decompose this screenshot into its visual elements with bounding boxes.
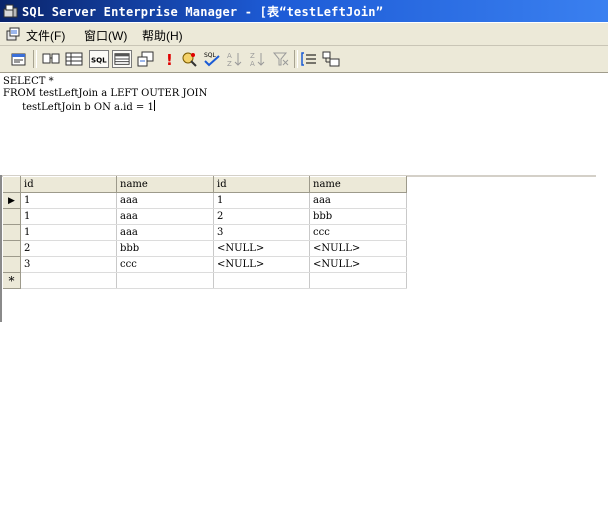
show-sql-pane-button[interactable]: SQL [89,50,109,68]
show-grid-pane-button[interactable] [65,50,83,68]
row-selector[interactable] [3,256,21,273]
row-selector[interactable] [3,240,21,257]
column-header[interactable]: name [309,176,407,193]
sql-pane[interactable]: SELECT * FROM testLeftJoin a LEFT OUTER … [0,73,596,177]
grid-cell[interactable]: 1 [20,208,117,225]
text-caret [153,100,155,111]
table-row[interactable]: 2 bbb <NULL> <NULL> [3,240,407,257]
new-row-asterisk-icon: * [8,273,15,288]
grid-cell[interactable]: aaa [116,192,214,209]
grid-cell[interactable] [20,272,117,289]
group-by-button[interactable] [300,50,318,68]
grid-corner [3,176,21,193]
grid-cell[interactable] [116,272,214,289]
sql-label: SQL [91,56,107,65]
row-selector[interactable] [3,208,21,225]
new-row-indicator[interactable]: * [3,272,21,289]
toolbar-separator [33,50,37,68]
run-button[interactable]: ! [160,50,178,69]
document-window-icon[interactable] [5,26,21,42]
grid-cell[interactable]: ccc [309,224,407,241]
remove-filter-icon [272,52,289,66]
grid-cell[interactable]: aaa [116,224,214,241]
verify-sql-button[interactable]: SQL [203,50,221,68]
results-grid[interactable]: id name id name ▶ 1 aaa 1 aaa 1 aaa 2 bb… [3,176,407,289]
table-row[interactable]: 3 ccc <NULL> <NULL> [3,256,407,273]
grid-cell[interactable]: 3 [20,256,117,273]
enterprise-manager-icon [3,4,18,18]
sort-ascending-button[interactable]: A Z [226,50,244,68]
show-diagram-pane-icon [42,53,60,64]
grid-cell[interactable]: <NULL> [213,240,310,257]
change-query-type-icon [137,51,154,67]
grid-cell[interactable]: <NULL> [309,240,407,257]
sort-ascending-icon: A Z [227,52,242,68]
group-by-icon [301,52,316,66]
sort-descending-button[interactable]: Z A [249,50,267,68]
grid-cell[interactable]: 2 [213,208,310,225]
toolbar-separator [294,50,298,68]
grid-cell[interactable]: 1 [20,224,117,241]
menu-file[interactable]: 文件(F) [26,27,65,44]
grid-cell[interactable]: aaa [116,208,214,225]
grid-cell[interactable]: <NULL> [213,256,310,273]
row-selector[interactable] [3,224,21,241]
grid-cell[interactable]: ccc [116,256,214,273]
properties-icon [11,53,26,66]
svg-text:A: A [227,52,232,60]
grid-cell[interactable]: aaa [309,192,407,209]
grid-cell[interactable]: bbb [116,240,214,257]
sql-line[interactable]: FROM testLeftJoin a LEFT OUTER JOIN [3,88,207,99]
menu-window[interactable]: 窗口(W) [84,27,127,44]
grid-cell[interactable] [213,272,310,289]
current-row-arrow-icon: ▶ [8,196,15,206]
grid-header-row: id name id name [3,176,407,193]
verify-sql-icon: SQL [204,52,220,67]
menu-bar: 文件(F) 窗口(W) 帮助(H) [0,23,608,46]
grid-cell[interactable]: 3 [213,224,310,241]
cancel-query-icon [182,52,197,67]
column-header[interactable]: id [20,176,117,193]
table-row[interactable]: ▶ 1 aaa 1 aaa [3,192,407,209]
run-label: ! [166,51,173,68]
grid-cell[interactable]: 2 [20,240,117,257]
grid-cell[interactable]: bbb [309,208,407,225]
remove-filter-button[interactable] [272,50,290,68]
show-grid-pane-icon [65,52,83,66]
window-title: SQL Server Enterprise Manager - [表“testL… [22,5,384,19]
verify-sql-label: SQL [204,52,217,59]
sort-descending-icon: Z A [250,52,265,68]
add-table-icon [322,51,340,67]
column-header[interactable]: id [213,176,310,193]
sql-line[interactable]: SELECT * [3,76,54,87]
svg-text:Z: Z [250,52,255,60]
current-row-indicator[interactable]: ▶ [3,192,21,209]
table-row[interactable]: 1 aaa 3 ccc [3,224,407,241]
pane-edge [0,175,2,322]
cancel-query-button[interactable] [180,50,198,68]
svg-text:A: A [250,60,255,68]
grid-cell[interactable]: <NULL> [309,256,407,273]
title-bar: SQL Server Enterprise Manager - [表“testL… [0,0,608,22]
toolbar: SQL ! SQL A Z Z A [0,46,608,73]
show-results-pane-button[interactable] [112,50,132,68]
column-header[interactable]: name [116,176,214,193]
show-diagram-pane-button[interactable] [42,50,60,68]
table-row[interactable]: 1 aaa 2 bbb [3,208,407,225]
sql-line[interactable]: testLeftJoin b ON a.id = 1 [3,102,154,113]
run-icon: ! [166,51,173,69]
svg-text:Z: Z [227,60,232,68]
grid-cell[interactable]: 1 [20,192,117,209]
grid-cell[interactable] [309,272,407,289]
grid-cell[interactable]: 1 [213,192,310,209]
add-table-button[interactable] [322,50,340,68]
properties-button[interactable] [10,50,28,68]
change-query-type-button[interactable] [137,50,155,68]
show-results-pane-icon [114,53,130,65]
menu-help[interactable]: 帮助(H) [142,27,183,44]
new-row[interactable]: * [3,272,407,289]
show-sql-pane-icon: SQL [91,56,107,65]
